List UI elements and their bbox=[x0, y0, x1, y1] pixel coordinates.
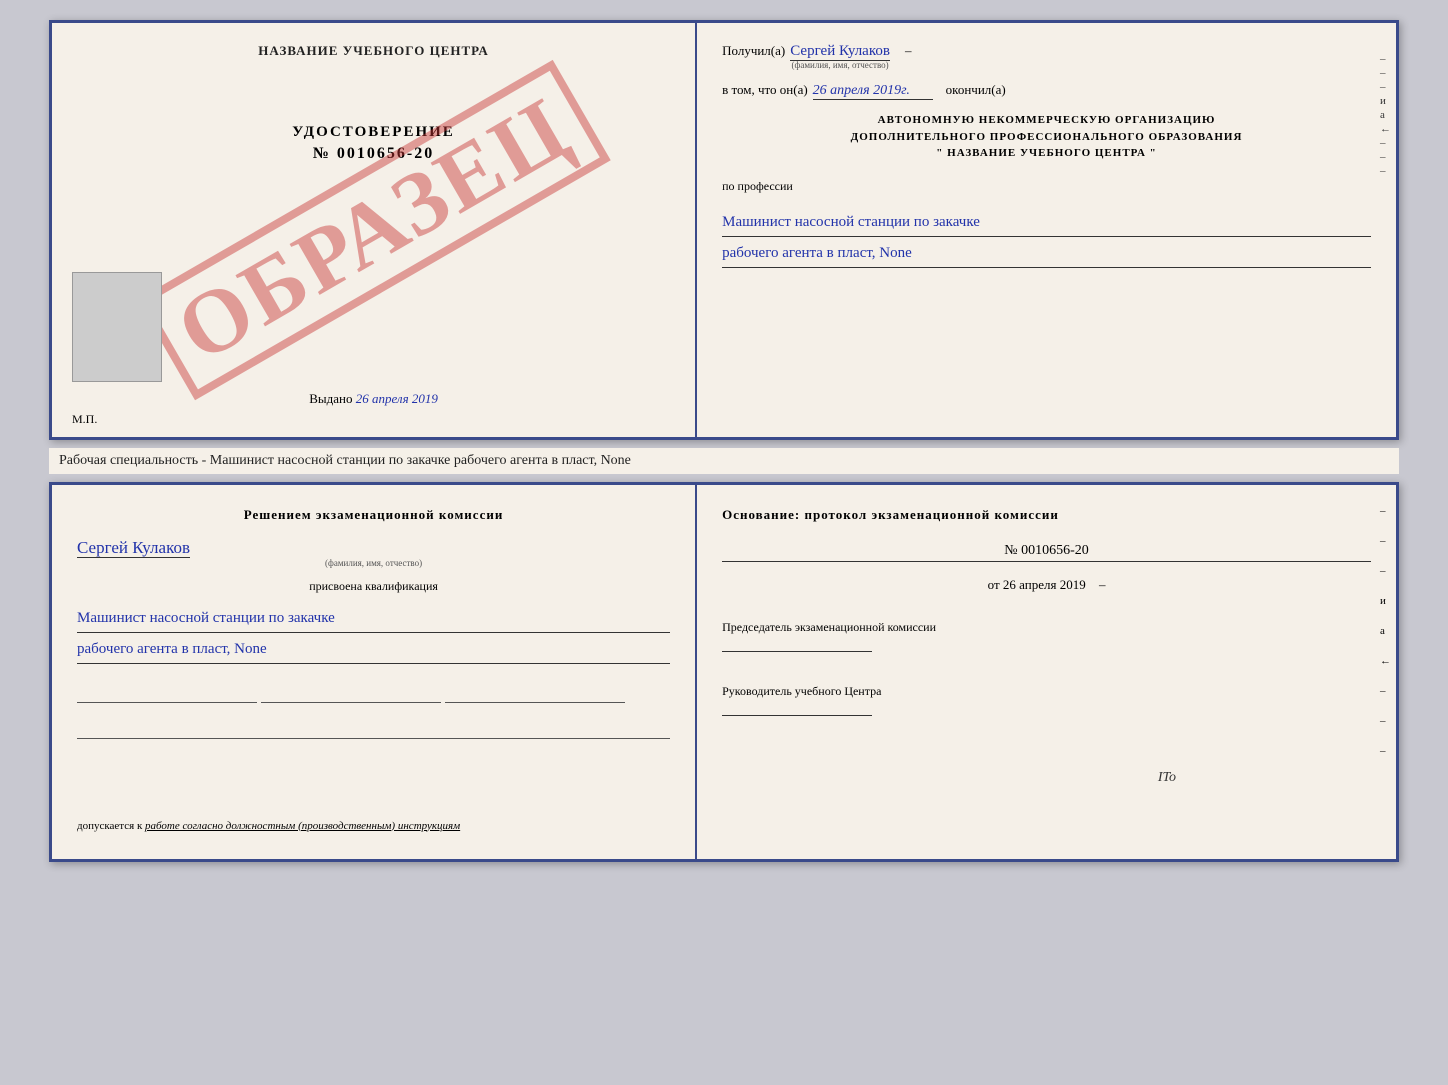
vtom-date: 26 апреля 2019г. bbox=[813, 83, 933, 100]
qual-lines: Машинист насосной станции по закачке раб… bbox=[77, 602, 670, 664]
rukovoditel-block: Руководитель учебного Центра bbox=[722, 682, 1371, 716]
cert-left: НАЗВАНИЕ УЧЕБНОГО ЦЕНТРА ОБРАЗЕЦ УДОСТОВ… bbox=[52, 23, 697, 437]
vydano-line: Выдано 26 апреля 2019 bbox=[309, 391, 438, 407]
bottom-fio-sub: (фамилия, имя, отчество) bbox=[77, 558, 670, 568]
poluchil-line: Получил(а) Сергей Кулаков (фамилия, имя,… bbox=[722, 43, 1371, 70]
bottom-right: – – – и а ← – – – Основание: протокол эк… bbox=[697, 485, 1396, 859]
cert-right: – – – и а ← – – – Получил(а) Сергей Кула… bbox=[697, 23, 1396, 437]
resheniem-text: Решением экзаменационной комиссии bbox=[77, 505, 670, 525]
qual-line1: Машинист насосной станции по закачке bbox=[77, 605, 670, 633]
dopuskaetsya-block: допускается к работе согласно должностны… bbox=[77, 818, 685, 835]
mp-label: М.П. bbox=[72, 412, 97, 427]
bottom-left: Решением экзаменационной комиссии Сергей… bbox=[52, 485, 697, 859]
cert-title-top: НАЗВАНИЕ УЧЕБНОГО ЦЕНТРА bbox=[258, 43, 489, 59]
ot-date-value: 26 апреля 2019 bbox=[1003, 577, 1086, 592]
udostoverenie-title: УДОСТОВЕРЕНИЕ bbox=[292, 124, 455, 141]
vydano-label: Выдано bbox=[309, 391, 352, 406]
sign-field-2 bbox=[261, 685, 441, 703]
vtom-line: в том, что он(а) 26 апреля 2019г. окончи… bbox=[722, 82, 1371, 100]
vydano-date: 26 апреля 2019 bbox=[356, 391, 438, 406]
document-container: НАЗВАНИЕ УЧЕБНОГО ЦЕНТРА ОБРАЗЕЦ УДОСТОВ… bbox=[49, 20, 1399, 862]
specialty-text: Рабочая специальность - Машинист насосно… bbox=[49, 448, 1399, 474]
dopuskaetsya-label: допускается к bbox=[77, 820, 142, 832]
photo-placeholder bbox=[72, 272, 162, 382]
bottom-name-block: Сергей Кулаков (фамилия, имя, отчество) bbox=[77, 538, 670, 568]
dopuskaetsya-text: работе согласно должностным (производств… bbox=[145, 820, 460, 832]
ito-text: ITo bbox=[1158, 770, 1176, 786]
bottom-name: Сергей Кулаков bbox=[77, 538, 190, 558]
sign-field-3 bbox=[445, 685, 625, 703]
right-side-lines: – – – и а ← – – – bbox=[1380, 53, 1391, 177]
right-side-marks: – – – и а ← – – – bbox=[1380, 505, 1391, 757]
org-block: АВТОНОМНУЮ НЕКОММЕРЧЕСКУЮ ОРГАНИЗАЦИЮ ДО… bbox=[722, 112, 1371, 162]
vtom-label: в том, что он(а) bbox=[722, 82, 808, 98]
poluchil-name: Сергей Кулаков (фамилия, имя, отчество) bbox=[790, 43, 890, 70]
prof-line1: Машинист насосной станции по закачке bbox=[722, 209, 1371, 237]
prisvoena-label: присвоена квалификация bbox=[77, 579, 670, 594]
sign-field-bottom bbox=[77, 721, 670, 739]
sign-field-1 bbox=[77, 685, 257, 703]
poluchil-name-text: Сергей Кулаков bbox=[790, 43, 890, 61]
underline-fields bbox=[77, 680, 670, 708]
fio-subtext: (фамилия, имя, отчество) bbox=[790, 60, 890, 70]
protocol-number: № 0010656-20 bbox=[722, 543, 1371, 562]
po-professii-label: по профессии bbox=[722, 179, 1371, 194]
prof-line2: рабочего агента в пласт, None bbox=[722, 240, 1371, 268]
poluchil-label: Получил(а) bbox=[722, 43, 785, 59]
cert-bottom: Решением экзаменационной комиссии Сергей… bbox=[49, 482, 1399, 862]
osnovanie-text: Основание: протокол экзаменационной коми… bbox=[722, 505, 1371, 525]
cert-top: НАЗВАНИЕ УЧЕБНОГО ЦЕНТРА ОБРАЗЕЦ УДОСТОВ… bbox=[49, 20, 1399, 440]
ot-dash: – bbox=[1099, 577, 1106, 592]
predsedatel-sign-line bbox=[722, 651, 872, 652]
watermark-obrazec: ОБРАЗЕЦ bbox=[137, 60, 611, 401]
protocol-number-text: № 0010656-20 bbox=[1004, 543, 1089, 558]
prof-lines: Машинист насосной станции по закачке раб… bbox=[722, 206, 1371, 268]
ot-date-block: от 26 апреля 2019 – bbox=[722, 577, 1371, 593]
okonchil-label: окончил(а) bbox=[946, 82, 1006, 98]
udostoverenie-block: УДОСТОВЕРЕНИЕ № 0010656-20 bbox=[292, 124, 455, 163]
org-line2: ДОПОЛНИТЕЛЬНОГО ПРОФЕССИОНАЛЬНОГО ОБРАЗО… bbox=[722, 129, 1371, 146]
predsedatel-block: Председатель экзаменационной комиссии bbox=[722, 618, 1371, 652]
predsedatel-label: Председатель экзаменационной комиссии bbox=[722, 620, 936, 634]
udostoverenie-number: № 0010656-20 bbox=[292, 145, 455, 163]
poluchil-dash: – bbox=[905, 43, 912, 59]
ot-label: от bbox=[988, 577, 1000, 592]
rukovoditel-sign-line bbox=[722, 715, 872, 716]
org-line1: АВТОНОМНУЮ НЕКОММЕРЧЕСКУЮ ОРГАНИЗАЦИЮ bbox=[722, 112, 1371, 129]
org-line3: " НАЗВАНИЕ УЧЕБНОГО ЦЕНТРА " bbox=[722, 145, 1371, 162]
rukovoditel-label: Руководитель учебного Центра bbox=[722, 684, 881, 698]
qual-line2: рабочего агента в пласт, None bbox=[77, 636, 670, 664]
